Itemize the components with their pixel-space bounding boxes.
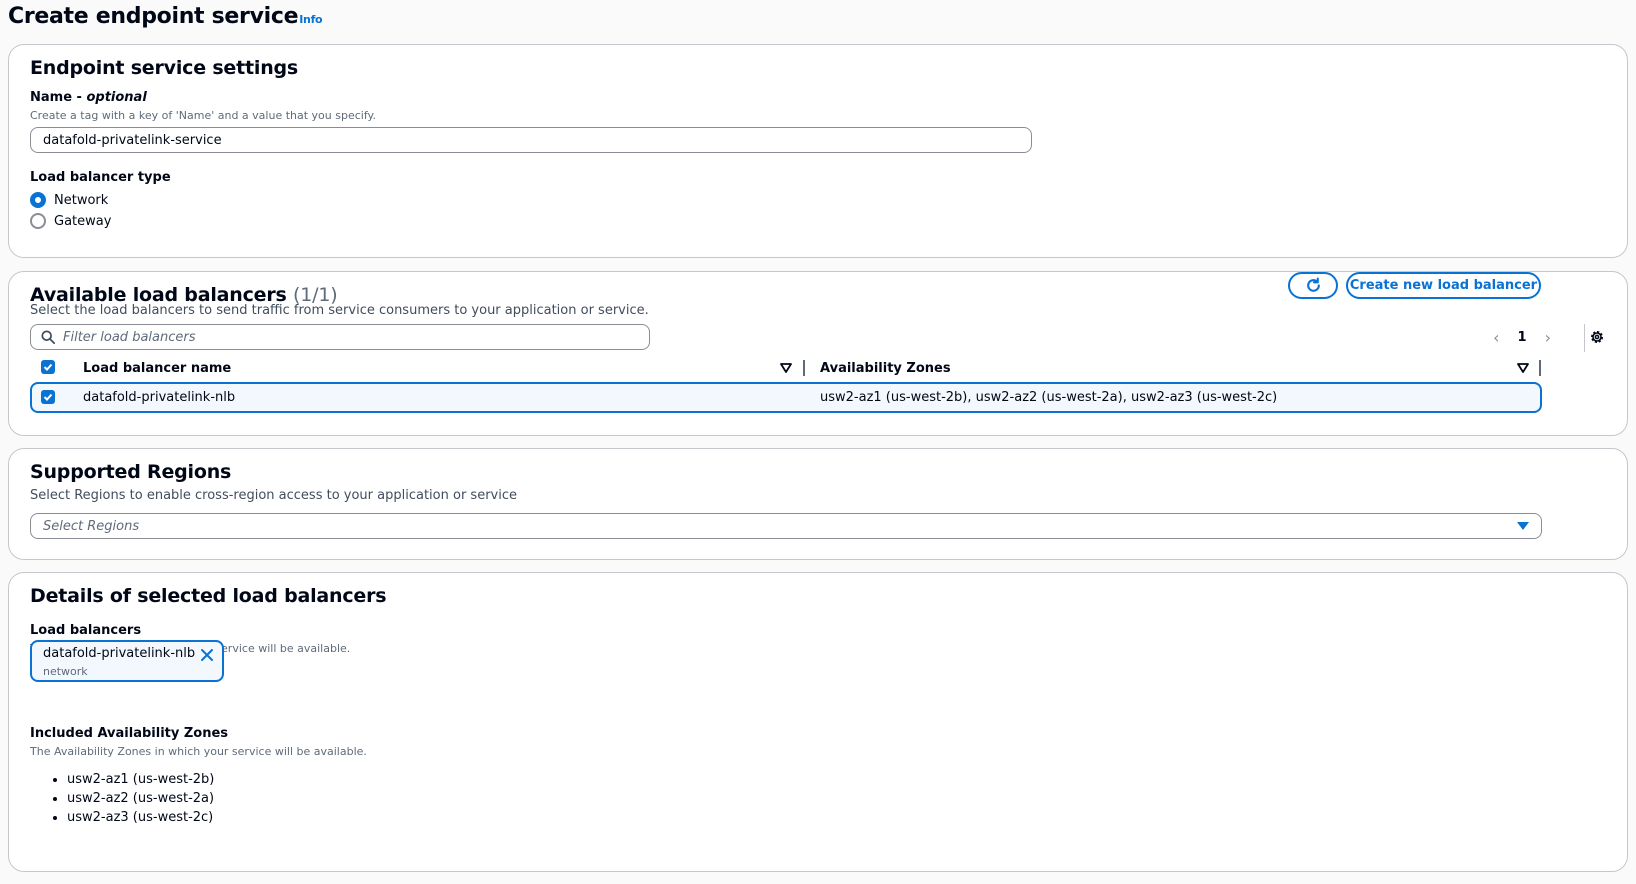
column-header-zones[interactable]: Availability Zones <box>820 361 951 376</box>
name-description: Create a tag with a key of 'Name' and a … <box>30 109 376 122</box>
refresh-icon <box>1306 277 1320 292</box>
sort-zones-icon[interactable] <box>1517 363 1529 373</box>
settings-heading: Endpoint service settings <box>30 57 299 79</box>
refresh-button[interactable] <box>1288 272 1338 299</box>
select-regions-placeholder: Select Regions <box>43 518 140 534</box>
table-header: Load balancer name Availability Zones <box>30 356 1542 380</box>
select-regions-dropdown[interactable]: Select Regions <box>30 513 1542 539</box>
info-link[interactable]: Info <box>299 13 322 26</box>
supported-regions-panel: Supported Regions Select Regions to enab… <box>8 448 1628 560</box>
name-label: Name - optional <box>30 90 147 105</box>
token-type: network <box>43 665 88 678</box>
checkmark-icon <box>43 393 53 401</box>
lb-description: Select the load balancers to send traffi… <box>30 303 649 318</box>
gear-icon[interactable] <box>1589 329 1605 345</box>
radio-network[interactable]: Network <box>30 192 108 208</box>
az-label: Included Availability Zones <box>30 726 229 741</box>
row-checkbox[interactable] <box>41 390 55 404</box>
az-list: usw2-az1 (us-west-2b) usw2-az2 (us-west-… <box>47 770 214 827</box>
radio-gateway-label: Gateway <box>54 213 112 229</box>
name-optional-text: optional <box>86 90 147 105</box>
column-resizer[interactable] <box>803 360 805 376</box>
page-title-text: Create endpoint service <box>8 4 299 29</box>
lb-label: Load balancers <box>30 623 142 638</box>
list-item: usw2-az1 (us-west-2b) <box>67 770 214 789</box>
az-description: The Availability Zones in which your ser… <box>30 745 367 758</box>
available-load-balancers-panel: Available load balancers (1/1) Select th… <box>8 271 1628 436</box>
details-selected-lb-panel: Details of selected load balancers Load … <box>8 572 1628 872</box>
selected-lb-token: datafold-privatelink-nlb network <box>30 640 224 682</box>
token-name: datafold-privatelink-nlb <box>43 646 196 661</box>
details-heading: Details of selected load balancers <box>30 585 387 607</box>
create-endpoint-service-page: Create endpoint service Info Endpoint se… <box>0 0 1636 884</box>
page-number[interactable]: 1 <box>1518 330 1527 345</box>
pagination: ‹ 1 › <box>1493 328 1551 347</box>
radio-gateway-control[interactable] <box>30 213 46 229</box>
page-title: Create endpoint service Info <box>8 4 323 29</box>
create-new-load-balancer-button[interactable]: Create new load balancer <box>1346 272 1541 299</box>
checkmark-icon <box>43 363 53 371</box>
select-all-checkbox[interactable] <box>41 360 55 374</box>
regions-heading: Supported Regions <box>30 461 232 483</box>
filter-placeholder: Filter load balancers <box>63 329 196 345</box>
sort-name-icon[interactable] <box>780 363 792 373</box>
list-item: usw2-az3 (us-west-2c) <box>67 808 214 827</box>
caret-down-icon <box>1517 522 1529 530</box>
radio-network-label: Network <box>54 192 109 208</box>
close-icon[interactable] <box>200 648 214 662</box>
column-header-name[interactable]: Load balancer name <box>83 361 231 376</box>
name-label-text: Name - <box>30 90 87 105</box>
radio-network-control[interactable] <box>30 192 46 208</box>
column-resizer[interactable] <box>1539 360 1541 376</box>
name-input[interactable]: datafold-privatelink-service <box>30 127 1032 153</box>
regions-description: Select Regions to enable cross-region ac… <box>30 488 517 503</box>
table-row[interactable]: datafold-privatelink-nlb usw2-az1 (us-we… <box>30 382 1542 413</box>
row-lb-name: datafold-privatelink-nlb <box>83 390 236 405</box>
pager-divider <box>1584 324 1585 352</box>
name-input-value: datafold-privatelink-service <box>43 132 222 148</box>
radio-gateway[interactable]: Gateway <box>30 213 111 229</box>
next-page-icon[interactable]: › <box>1545 328 1551 347</box>
previous-page-icon[interactable]: ‹ <box>1493 328 1499 347</box>
filter-load-balancers-input[interactable]: Filter load balancers <box>30 324 650 350</box>
endpoint-service-settings-panel: Endpoint service settings Name - optiona… <box>8 44 1628 258</box>
list-item: usw2-az2 (us-west-2a) <box>67 789 214 808</box>
row-lb-zones: usw2-az1 (us-west-2b), usw2-az2 (us-west… <box>820 390 1278 405</box>
search-icon <box>41 330 55 344</box>
lb-type-label: Load balancer type <box>30 170 171 185</box>
